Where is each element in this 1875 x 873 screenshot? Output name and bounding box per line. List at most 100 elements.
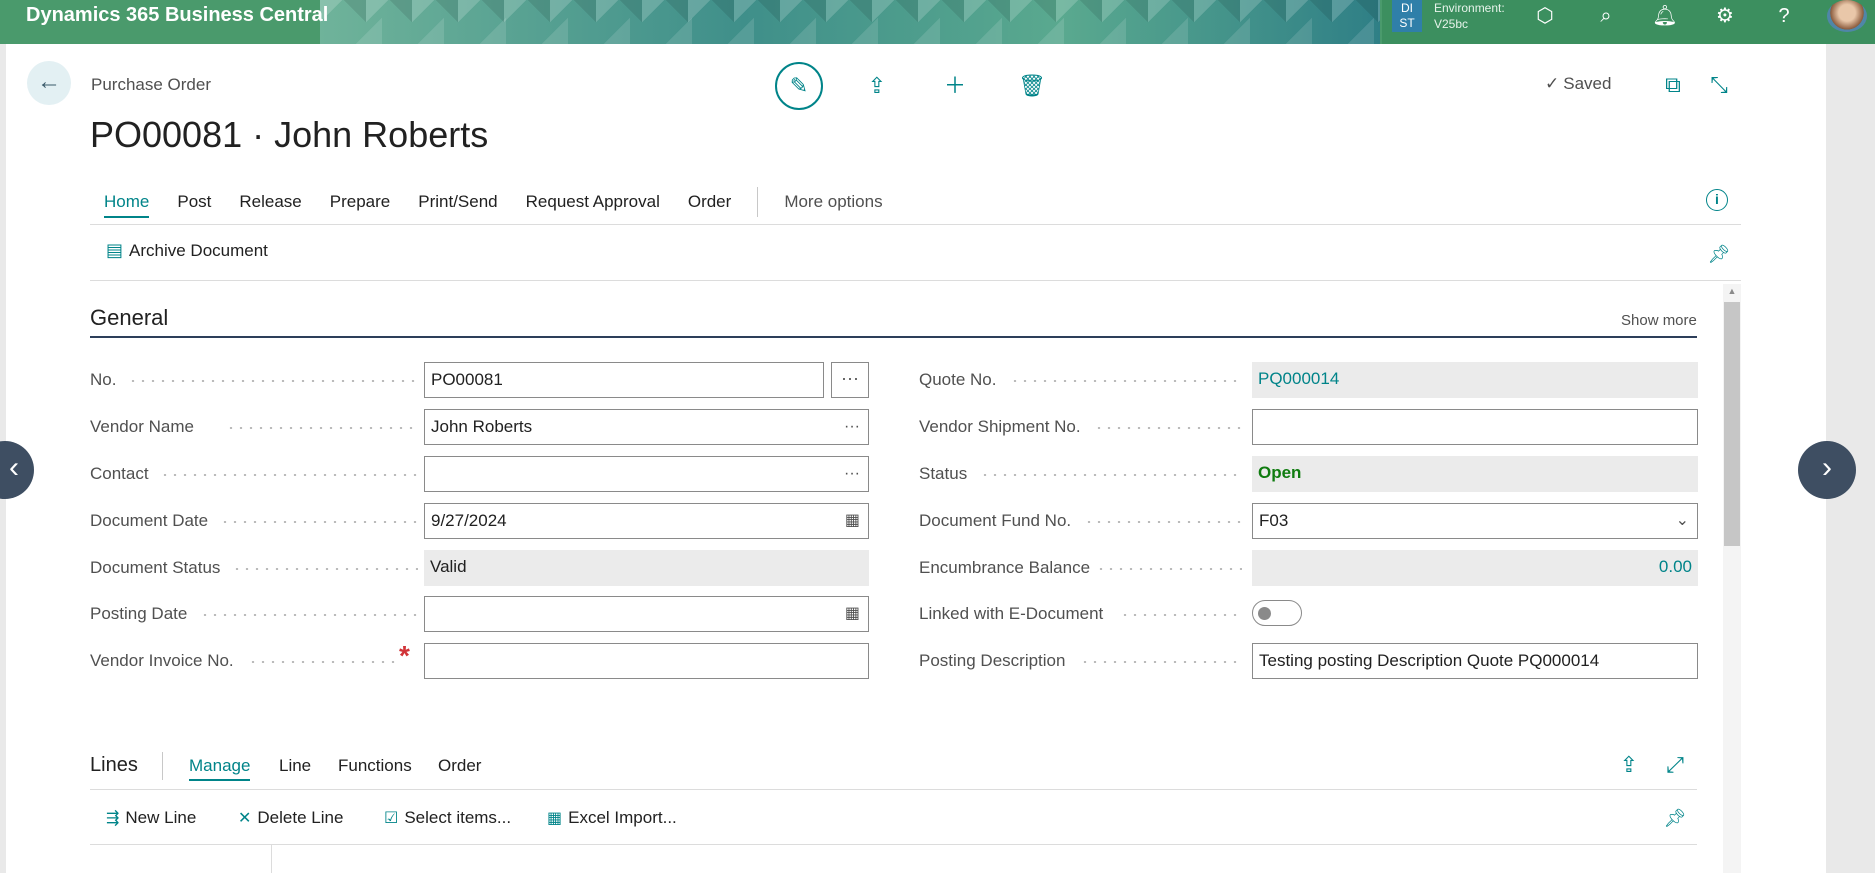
lines-tab-order[interactable]: Order: [438, 756, 481, 776]
collapse-icon: ⤡: [1710, 72, 1728, 97]
linked-edoc-toggle[interactable]: [1252, 600, 1302, 626]
encumbrance-field[interactable]: 0.00: [1252, 550, 1698, 586]
vendor-shipment-field[interactable]: [1252, 409, 1698, 445]
check-icon: ✓: [1545, 74, 1560, 93]
vendor-name-field[interactable]: John Roberts ···: [424, 409, 869, 445]
user-avatar[interactable]: [1827, 0, 1867, 32]
action-home[interactable]: Home: [104, 186, 150, 218]
more-options[interactable]: More options: [784, 186, 882, 218]
pencil-icon: ✎: [789, 73, 809, 98]
general-section-title[interactable]: General: [90, 305, 168, 331]
copilot-icon[interactable]: ⬡: [1527, 2, 1563, 30]
delete-line-button[interactable]: ✕ Delete Line: [238, 808, 343, 828]
ellipsis-icon[interactable]: ···: [844, 410, 860, 444]
save-status: ✓ Saved: [1545, 74, 1611, 94]
quote-no-label: Quote No.: [919, 370, 997, 389]
env-badge-line1: DI: [1401, 1, 1413, 15]
action-separator: [757, 187, 759, 217]
divider: [90, 789, 1697, 790]
lines-pin-icon[interactable]: 📌︎: [1663, 806, 1687, 830]
collapse-button[interactable]: ⤡: [1704, 70, 1734, 100]
scroll-up-icon[interactable]: ▲: [1723, 284, 1741, 298]
divider: [90, 224, 1741, 225]
lines-section-title[interactable]: Lines: [90, 754, 138, 777]
scrollbar-thumb[interactable]: [1724, 302, 1740, 546]
chevron-down-icon[interactable]: ⌄: [1676, 504, 1689, 538]
action-print-send[interactable]: Print/Send: [418, 186, 497, 218]
calendar-icon[interactable]: ▦: [845, 504, 860, 538]
no-label: No.: [90, 370, 117, 389]
lines-tab-functions[interactable]: Functions: [338, 756, 412, 776]
linked-edoc-label: Linked with E-Document: [919, 604, 1104, 623]
status-field: Open: [1252, 456, 1698, 492]
excel-import-button[interactable]: ▦ Excel Import...: [547, 808, 677, 828]
open-in-new-icon: ⧉: [1665, 72, 1681, 97]
ellipsis-icon: ···: [841, 368, 859, 388]
bell-icon[interactable]: 🔔︎: [1647, 2, 1683, 30]
delete-line-label: Delete Line: [257, 808, 344, 827]
app-title[interactable]: Dynamics 365 Business Central: [26, 0, 328, 44]
action-release[interactable]: Release: [239, 186, 301, 218]
quote-no-field[interactable]: PQ000014: [1252, 362, 1698, 398]
action-order[interactable]: Order: [688, 186, 731, 218]
plus-icon: ＋: [943, 73, 966, 98]
select-items-label: Select items...: [404, 808, 512, 827]
search-icon[interactable]: ⌕: [1588, 2, 1624, 30]
no-assist-button[interactable]: ···: [831, 362, 869, 398]
new-line-button[interactable]: ⇶ New Line: [106, 808, 196, 828]
required-asterisk: *: [399, 640, 410, 671]
open-new-window-button[interactable]: ⧉: [1658, 70, 1688, 100]
environment-badge[interactable]: DI ST: [1392, 0, 1422, 32]
action-post[interactable]: Post: [177, 186, 211, 218]
toggle-knob: [1258, 607, 1271, 620]
previous-record-button[interactable]: ‹: [0, 441, 34, 499]
action-prepare[interactable]: Prepare: [330, 186, 390, 218]
vendor-invoice-label: Vendor Invoice No.: [90, 651, 234, 670]
share-icon: ⇪: [1619, 752, 1639, 777]
new-line-label: New Line: [125, 808, 197, 827]
breadcrumb: Purchase Order: [91, 75, 211, 94]
leader-dots: [232, 568, 418, 570]
info-icon[interactable]: i: [1706, 189, 1728, 211]
posting-desc-label: Posting Description: [919, 651, 1066, 670]
ellipsis-icon[interactable]: ···: [844, 457, 860, 491]
fund-no-select[interactable]: F03 ⌄: [1252, 503, 1698, 539]
calendar-icon[interactable]: ▦: [845, 597, 860, 631]
document-date-value: 9/27/2024: [431, 511, 507, 530]
delete-button[interactable]: 🗑︎: [1017, 71, 1047, 101]
contact-field[interactable]: ···: [424, 456, 869, 492]
new-button[interactable]: ＋: [940, 71, 970, 101]
posting-date-label: Posting Date: [90, 604, 188, 623]
leader-dots: [980, 474, 1242, 476]
environment-info[interactable]: Environment: V25bc: [1434, 0, 1505, 32]
encumbrance-label: Encumbrance Balance: [919, 558, 1091, 577]
lines-tab-manage[interactable]: Manage: [189, 756, 251, 781]
archive-document-button[interactable]: ▤ Archive Document: [106, 240, 268, 261]
app-bar-pattern: [320, 0, 1380, 44]
pin-icon[interactable]: 📌︎: [1707, 242, 1731, 266]
excel-import-label: Excel Import...: [568, 808, 677, 827]
posting-date-field[interactable]: ▦: [424, 596, 869, 632]
chevron-left-icon: ‹: [9, 451, 19, 484]
section-rule: [90, 336, 1697, 338]
fund-no-value: F03: [1259, 511, 1289, 530]
select-items-button[interactable]: ☑ Select items...: [384, 808, 511, 828]
vendor-invoice-field[interactable]: [424, 643, 869, 679]
posting-desc-field[interactable]: Testing posting Description Quote PQ0000…: [1252, 643, 1698, 679]
next-record-button[interactable]: ›: [1798, 441, 1856, 499]
share-button[interactable]: ⇪: [862, 71, 892, 101]
back-button[interactable]: ←: [27, 61, 71, 105]
lines-tab-line[interactable]: Line: [279, 756, 311, 776]
action-request-approval[interactable]: Request Approval: [526, 186, 660, 218]
leader-dots: [1084, 521, 1242, 523]
no-field[interactable]: PO00081: [424, 362, 824, 398]
gear-icon[interactable]: ⚙: [1707, 2, 1743, 30]
show-more-link[interactable]: Show more: [1621, 312, 1697, 329]
document-date-field[interactable]: 9/27/2024 ▦: [424, 503, 869, 539]
help-icon[interactable]: ?: [1766, 2, 1802, 30]
lines-expand-button[interactable]: ⤢: [1660, 750, 1690, 780]
document-status-label: Document Status: [90, 558, 221, 577]
edit-button[interactable]: ✎: [775, 62, 823, 110]
trash-icon: 🗑︎: [1018, 73, 1046, 98]
lines-share-button[interactable]: ⇪: [1614, 750, 1644, 780]
